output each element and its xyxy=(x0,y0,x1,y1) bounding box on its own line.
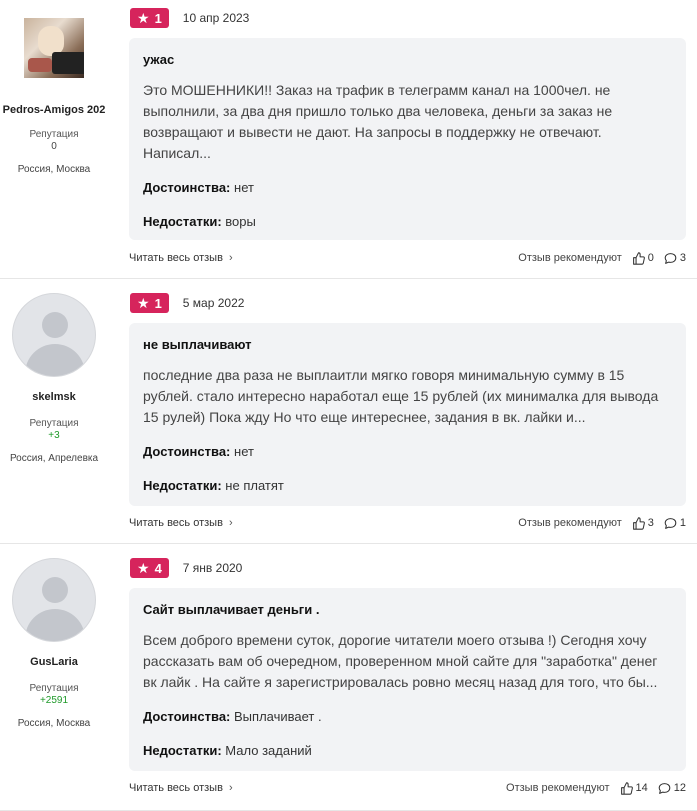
review-pros: Достоинства: Выплачивает . xyxy=(143,709,672,725)
cons-label: Недостатки: xyxy=(143,478,222,493)
cons-label: Недостатки: xyxy=(143,743,222,758)
pros-value: нет xyxy=(234,180,254,195)
review-cons: Недостатки: Мало заданий xyxy=(143,743,672,759)
reputation-value: 0 xyxy=(51,141,57,152)
review-author: skelmsk Репутация +3 Россия, Апрелевка xyxy=(0,293,108,464)
review-card: не выплачивают последние два раза не вып… xyxy=(129,323,686,506)
comment-icon xyxy=(658,782,671,794)
comment-count: 3 xyxy=(679,252,686,264)
comment-count: 1 xyxy=(679,517,686,529)
pros-value: нет xyxy=(234,444,254,459)
avatar[interactable] xyxy=(24,18,84,78)
review-item: skelmsk Репутация +3 Россия, Апрелевка ★… xyxy=(0,279,697,544)
comments-button[interactable]: 1 xyxy=(664,517,686,530)
avatar[interactable] xyxy=(12,558,96,642)
author-name[interactable]: GusLaria xyxy=(0,655,108,669)
pros-label: Достоинства: xyxy=(143,180,231,195)
author-name[interactable]: skelmsk xyxy=(0,390,108,404)
thumbs-up-icon xyxy=(632,251,645,265)
like-button[interactable]: 14 xyxy=(620,781,648,795)
review-card: Сайт выплачивает деньги . Всем доброго в… xyxy=(129,588,686,771)
rating-value: 1 xyxy=(154,295,162,311)
review-author: GusLaria Репутация +2591 Россия, Москва xyxy=(0,558,108,729)
like-count: 3 xyxy=(647,517,654,529)
comment-count: 12 xyxy=(673,782,686,794)
review-footer: Читать весь отзыв › Отзыв рекомендуют 0 3 xyxy=(129,250,686,266)
review-cons: Недостатки: не платят xyxy=(143,478,672,494)
read-more-link[interactable]: Читать весь отзыв › xyxy=(129,252,233,264)
comment-icon xyxy=(664,517,677,529)
reputation-label: Репутация xyxy=(29,129,79,140)
cons-value: воры xyxy=(225,214,256,229)
rating-value: 1 xyxy=(154,10,162,26)
review-text: последние два раза не выплаитли мягко го… xyxy=(143,367,659,425)
thumbs-up-icon xyxy=(632,516,645,530)
reputation-label: Репутация xyxy=(29,418,79,429)
cons-value: не платят xyxy=(225,478,284,493)
recommend-label: Отзыв рекомендуют xyxy=(506,782,610,794)
read-more-link[interactable]: Читать весь отзыв › xyxy=(129,782,233,794)
review-pros: Достоинства: нет xyxy=(143,444,672,460)
review-item: GusLaria Репутация +2591 Россия, Москва … xyxy=(0,544,697,811)
review-title[interactable]: ужас xyxy=(143,52,672,68)
author-name[interactable]: Pedros-Amigos 202 xyxy=(0,103,108,117)
review-title[interactable]: не выплачивают xyxy=(143,337,672,353)
review-rating: ★ 1 5 мар 2022 xyxy=(130,293,244,313)
comments-button[interactable]: 12 xyxy=(658,782,686,795)
chevron-right-icon: › xyxy=(228,782,233,794)
read-more-label: Читать весь отзыв xyxy=(129,517,223,529)
avatar[interactable] xyxy=(12,293,96,377)
chevron-right-icon: › xyxy=(228,517,233,529)
rating-value: 4 xyxy=(154,560,162,576)
like-button[interactable]: 0 xyxy=(632,251,654,265)
author-location: Россия, Москва xyxy=(17,164,91,175)
review-footer: Читать весь отзыв › Отзыв рекомендуют 3 1 xyxy=(129,515,686,531)
star-icon: ★ xyxy=(137,295,150,311)
comments-button[interactable]: 3 xyxy=(664,252,686,265)
chevron-right-icon: › xyxy=(228,252,233,264)
comment-icon xyxy=(664,252,677,264)
rating-badge: ★ 1 xyxy=(130,8,169,28)
recommend-label: Отзыв рекомендуют xyxy=(518,517,622,529)
review-text: Всем доброго времени суток, дорогие чита… xyxy=(143,632,658,690)
review-author: Pedros-Amigos 202 Репутация 0 Россия, Мо… xyxy=(0,18,108,175)
read-more-label: Читать весь отзыв xyxy=(129,782,223,794)
review-title[interactable]: Сайт выплачивает деньги . xyxy=(143,602,672,618)
star-icon: ★ xyxy=(137,10,150,26)
pros-value: Выплачивает . xyxy=(234,709,322,724)
rating-badge: ★ 4 xyxy=(130,558,169,578)
read-more-label: Читать весь отзыв xyxy=(129,252,223,264)
author-location: Россия, Апрелевка xyxy=(9,453,99,464)
star-icon: ★ xyxy=(137,560,150,576)
thumbs-up-icon xyxy=(620,781,633,795)
reputation-label: Репутация xyxy=(29,683,79,694)
reputation-value: +3 xyxy=(48,430,60,441)
review-rating: ★ 4 7 янв 2020 xyxy=(130,558,242,578)
review-footer: Читать весь отзыв › Отзыв рекомендуют 14 … xyxy=(129,780,686,796)
author-location: Россия, Москва xyxy=(17,718,91,729)
review-date: 5 мар 2022 xyxy=(182,296,245,310)
review-cons: Недостатки: воры xyxy=(143,214,672,230)
review-text: Это МОШЕННИКИ!! Заказ на трафик в телегр… xyxy=(143,82,613,161)
like-count: 0 xyxy=(647,252,654,264)
review-pros: Достоинства: нет xyxy=(143,180,672,196)
recommend-label: Отзыв рекомендуют xyxy=(518,252,622,264)
like-count: 14 xyxy=(635,782,648,794)
review-item: Pedros-Amigos 202 Репутация 0 Россия, Мо… xyxy=(0,0,697,279)
pros-label: Достоинства: xyxy=(143,444,231,459)
cons-value: Мало заданий xyxy=(225,743,312,758)
review-date: 10 апр 2023 xyxy=(182,11,250,25)
review-rating: ★ 1 10 апр 2023 xyxy=(130,8,249,28)
cons-label: Недостатки: xyxy=(143,214,222,229)
pros-label: Достоинства: xyxy=(143,709,231,724)
review-card: ужас Это МОШЕННИКИ!! Заказ на трафик в т… xyxy=(129,38,686,240)
rating-badge: ★ 1 xyxy=(130,293,169,313)
read-more-link[interactable]: Читать весь отзыв › xyxy=(129,517,233,529)
review-date: 7 янв 2020 xyxy=(182,561,243,575)
like-button[interactable]: 3 xyxy=(632,516,654,530)
reputation-value: +2591 xyxy=(39,695,69,706)
